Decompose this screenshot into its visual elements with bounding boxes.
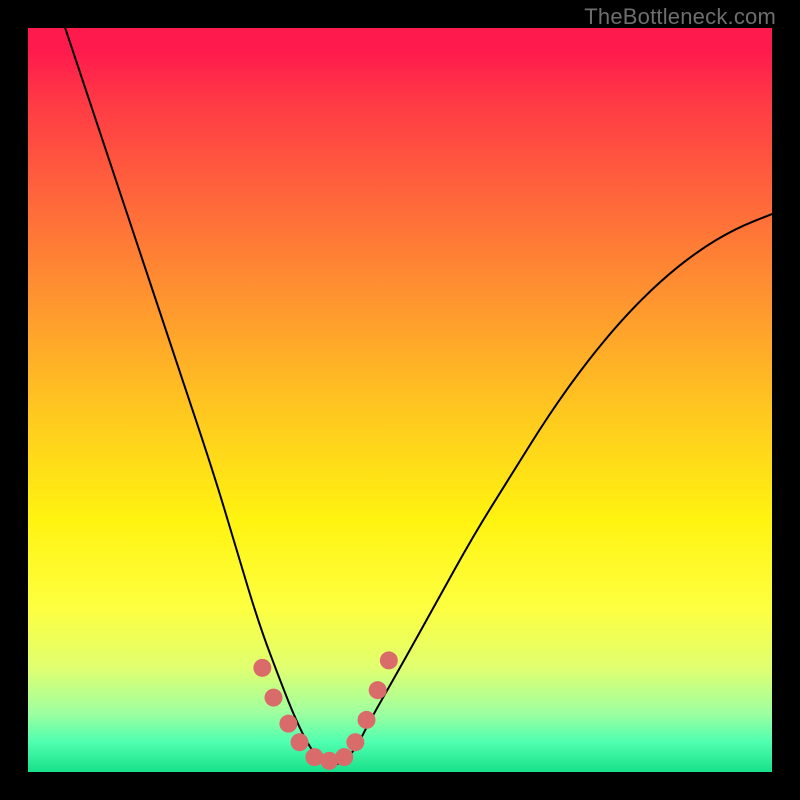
gradient-background xyxy=(28,28,772,772)
plot-area xyxy=(28,28,772,772)
attribution-text: TheBottleneck.com xyxy=(584,4,776,30)
chart-frame: TheBottleneck.com xyxy=(0,0,800,800)
